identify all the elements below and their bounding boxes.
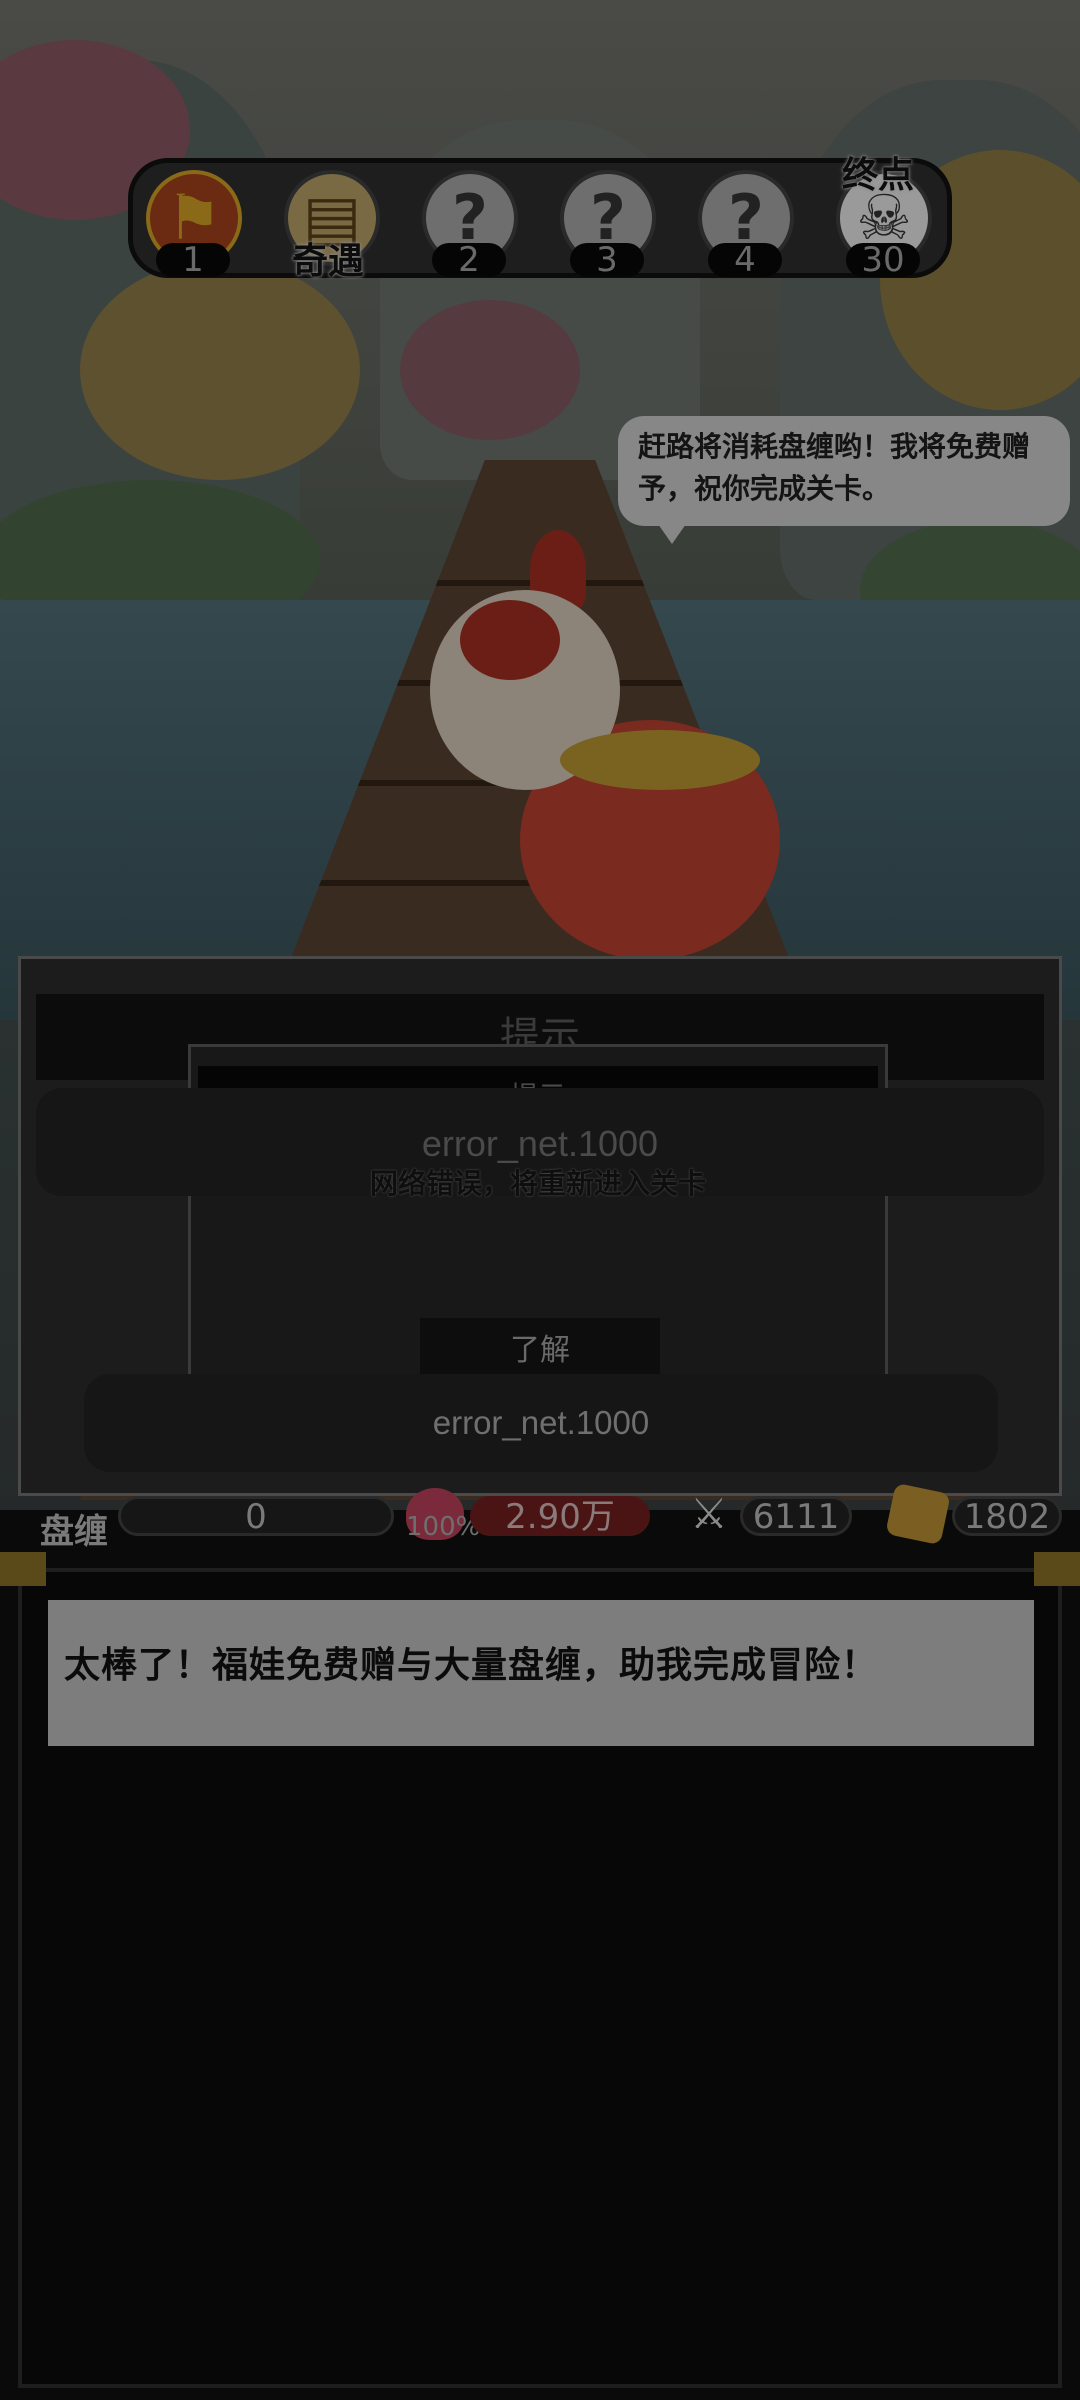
tree-yellow-left — [80, 260, 360, 480]
gold-ingot-icon — [885, 1482, 951, 1546]
money-value: 0 — [118, 1496, 394, 1536]
inner-dialog-message: 网络错误，将重新进入关卡 — [369, 1167, 706, 1200]
tree-pink-center — [400, 300, 580, 440]
speech-bubble-text: 赶路将消耗盘缠哟！我将免费赠予，祝你完成关卡。 — [638, 430, 1031, 505]
panel-corner-right — [1034, 1552, 1080, 1586]
crossed-swords-icon: ⚔ — [690, 1489, 728, 1538]
panel-corner-left — [0, 1552, 46, 1586]
stage-node-encounter-label: 奇遇 — [292, 240, 365, 282]
stage-node-3-number: 3 — [570, 243, 644, 277]
stage-node-end-number: 30 — [846, 243, 920, 277]
message-box: 太棒了！福娃免费赠与大量盘缠，助我完成冒险！ — [48, 1600, 1034, 1746]
gold-value: 1802 — [952, 1496, 1062, 1536]
end-point-label: 终点 — [842, 154, 915, 196]
speech-bubble: 赶路将消耗盘缠哟！我将免费赠予，祝你完成关卡。 — [618, 416, 1070, 544]
hp-value: 2.90万 — [470, 1496, 650, 1536]
money-label: 盘缠 — [40, 1512, 108, 1552]
stage-node-4-number: 4 — [708, 243, 782, 277]
message-text: 太棒了！福娃免费赠与大量盘缠，助我完成冒险！ — [64, 1644, 879, 1686]
stage-progress-bar — [128, 158, 952, 278]
stage-node-1-number: 1 — [156, 243, 230, 277]
attack-value: 6111 — [740, 1496, 852, 1536]
stage-node-2-number: 2 — [432, 243, 506, 277]
coin-bowl — [560, 730, 760, 790]
fuwa-character-hair — [460, 600, 560, 680]
error-toast-bottom: error_net.1000 — [84, 1374, 998, 1472]
